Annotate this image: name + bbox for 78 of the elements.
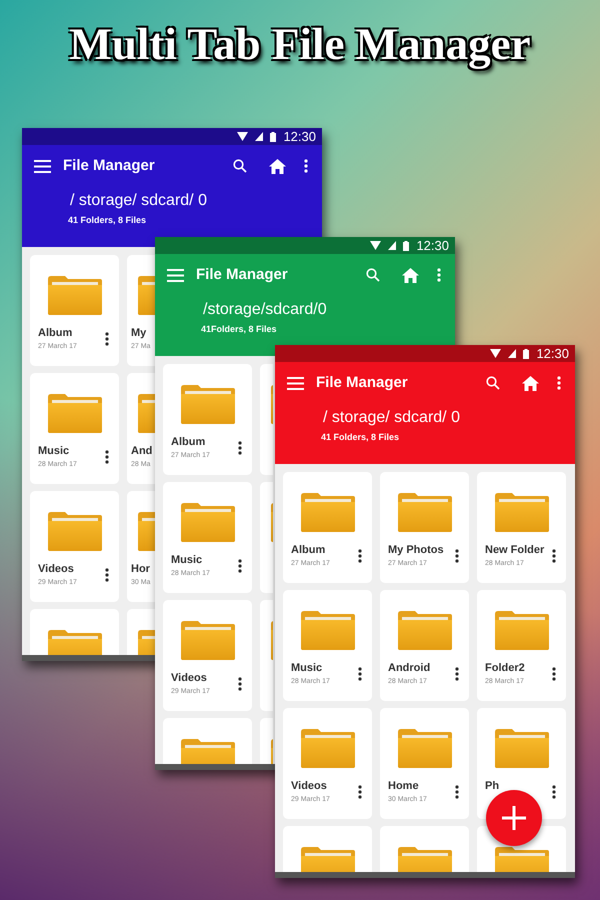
folder-icon — [396, 610, 452, 650]
folder-icon — [396, 728, 452, 768]
folder-path: / storage/ sdcard/ 0 — [70, 191, 207, 211]
folder-path: /storage/sdcard/0 — [203, 300, 327, 320]
folder-summary: 41 Folders, 8 Files — [68, 214, 146, 227]
folder-name: Home — [388, 780, 420, 794]
status-time: 12:30 — [283, 130, 316, 143]
signal-icon — [508, 349, 516, 358]
wifi-icon — [237, 132, 248, 141]
folder-icon — [494, 610, 550, 650]
more-icon[interactable] — [238, 677, 242, 691]
folder-name: Music — [291, 662, 324, 676]
more-icon[interactable] — [105, 450, 109, 464]
folder-path: / storage/ sdcard/ 0 — [323, 408, 460, 428]
more-icon[interactable] — [304, 159, 308, 173]
search-icon[interactable] — [486, 376, 500, 390]
folder-name: My Photos — [388, 544, 444, 558]
more-icon[interactable] — [238, 559, 242, 573]
folder-icon — [46, 275, 102, 315]
battery-icon — [523, 348, 530, 358]
status-time: 12:30 — [416, 239, 449, 252]
menu-icon[interactable] — [287, 376, 304, 390]
more-icon[interactable] — [238, 441, 242, 455]
folder-name: Videos — [291, 780, 328, 794]
folder-name: Videos — [38, 563, 75, 577]
app-title: File Manager — [63, 156, 156, 176]
signal-icon — [388, 241, 396, 250]
folder-name: Videos — [171, 672, 208, 686]
status-time: 12:30 — [536, 347, 569, 360]
more-icon[interactable] — [552, 785, 556, 799]
search-icon[interactable] — [233, 159, 247, 173]
folder-icon — [180, 620, 236, 660]
folder-icon — [494, 728, 550, 768]
folder-name: Album — [171, 436, 206, 450]
app-title: File Manager — [316, 372, 409, 393]
folder-name: Album — [291, 544, 326, 558]
folder-icon — [180, 384, 236, 424]
more-icon[interactable] — [105, 568, 109, 582]
battery-icon — [403, 240, 410, 250]
more-icon[interactable] — [105, 332, 109, 346]
home-icon[interactable] — [522, 376, 539, 390]
folder-icon — [300, 728, 356, 768]
more-icon[interactable] — [358, 785, 362, 799]
folder-summary: 41 Folders, 8 Files — [321, 431, 400, 444]
folder-icon — [300, 610, 356, 650]
more-icon[interactable] — [455, 667, 459, 681]
more-icon[interactable] — [455, 785, 459, 799]
folder-summary: 41Folders, 8 Files — [201, 323, 277, 336]
folder-name: Album — [38, 327, 74, 341]
wifi-icon — [370, 241, 382, 250]
signal-icon — [255, 132, 264, 141]
plus-icon — [502, 806, 526, 830]
folder-name: Folder2 — [485, 662, 525, 676]
home-icon[interactable] — [269, 158, 286, 174]
folder-name: Hor — [131, 563, 150, 577]
folder-icon — [300, 492, 356, 532]
folder-name: New Folder — [485, 544, 544, 558]
folder-icon — [46, 393, 102, 433]
more-icon[interactable] — [455, 549, 459, 563]
poster-title: Multi Tab File Manager — [69, 22, 531, 67]
folder-name: Music — [38, 445, 70, 459]
folder-icon — [494, 492, 550, 532]
folder-name: Ph — [485, 780, 500, 794]
menu-icon[interactable] — [34, 160, 51, 172]
wifi-icon — [490, 349, 502, 358]
more-icon[interactable] — [358, 549, 362, 563]
more-icon[interactable] — [358, 667, 362, 681]
folder-icon — [46, 511, 102, 551]
folder-name: And — [131, 445, 152, 459]
folder-name: Android — [388, 662, 430, 676]
battery-icon — [270, 132, 276, 142]
more-icon[interactable] — [552, 549, 556, 563]
more-icon[interactable] — [552, 667, 556, 681]
folder-icon — [180, 502, 236, 542]
folder-name: My — [131, 327, 148, 341]
folder-icon — [396, 492, 452, 532]
app-title: File Manager — [196, 264, 289, 285]
folder-name: Music — [171, 554, 204, 568]
